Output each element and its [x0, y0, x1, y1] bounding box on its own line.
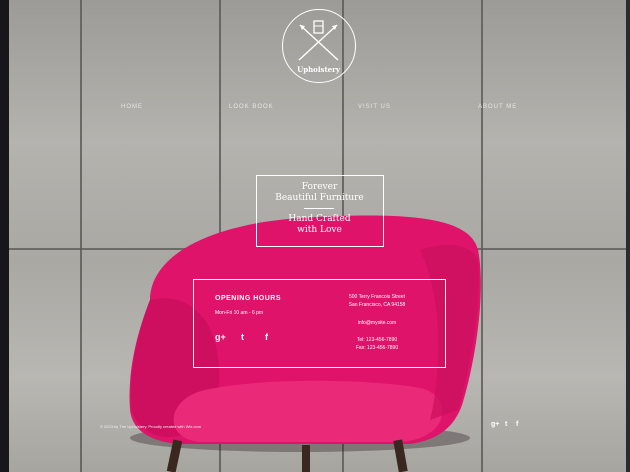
google-plus-icon[interactable]: g+ — [215, 332, 226, 342]
chair-leg — [302, 445, 310, 472]
tagline-line: with Love — [297, 225, 342, 235]
footer-twitter-icon[interactable]: t — [505, 421, 507, 428]
contact-fax: Fax: 123-456-7890 — [355, 345, 399, 351]
footer-copyright: © 2023 by The Upholstery. Proudly create… — [100, 424, 202, 429]
nav-about-me[interactable]: ABOUT ME — [478, 104, 517, 110]
page: Upholstery HOME LOOK BOOK VISIT US ABOUT… — [0, 0, 630, 472]
footer-facebook-icon[interactable]: f — [516, 421, 518, 428]
tagline-divider — [304, 208, 334, 209]
footer-google-plus-icon[interactable]: g+ — [491, 421, 499, 428]
contact-tel: Tel: 123-456-7890 — [356, 337, 398, 343]
tagline-line: Forever — [301, 182, 338, 192]
opening-hours-box: OPENING HOURS Mon-Fri 10 am - 6 pm g+ t … — [193, 279, 446, 368]
nav-home[interactable]: HOME — [121, 104, 143, 110]
opening-hours-text: Mon-Fri 10 am - 6 pm — [215, 310, 264, 316]
site-logo[interactable]: Upholstery — [282, 9, 356, 83]
tagline-line: Hand Crafted — [288, 214, 351, 224]
opening-hours-title: OPENING HOURS — [215, 295, 282, 302]
nav-visit-us[interactable]: VISIT US — [358, 104, 391, 110]
chair-seat — [173, 380, 443, 442]
contact-address-line2: San Francisco, CA 94158 — [348, 302, 406, 308]
twitter-icon[interactable]: t — [241, 332, 244, 342]
nav-look-book[interactable]: LOOK BOOK — [229, 104, 274, 110]
tagline-line: Beautiful Furniture — [275, 193, 364, 203]
logo-text: Upholstery — [297, 65, 340, 74]
contact-address-line1: 500 Terry Francois Street — [348, 294, 406, 300]
facebook-icon[interactable]: f — [265, 332, 268, 342]
contact-email[interactable]: info@mysite.com — [332, 320, 422, 326]
tagline-box: Forever Beautiful Furniture Hand Crafted… — [256, 175, 384, 247]
